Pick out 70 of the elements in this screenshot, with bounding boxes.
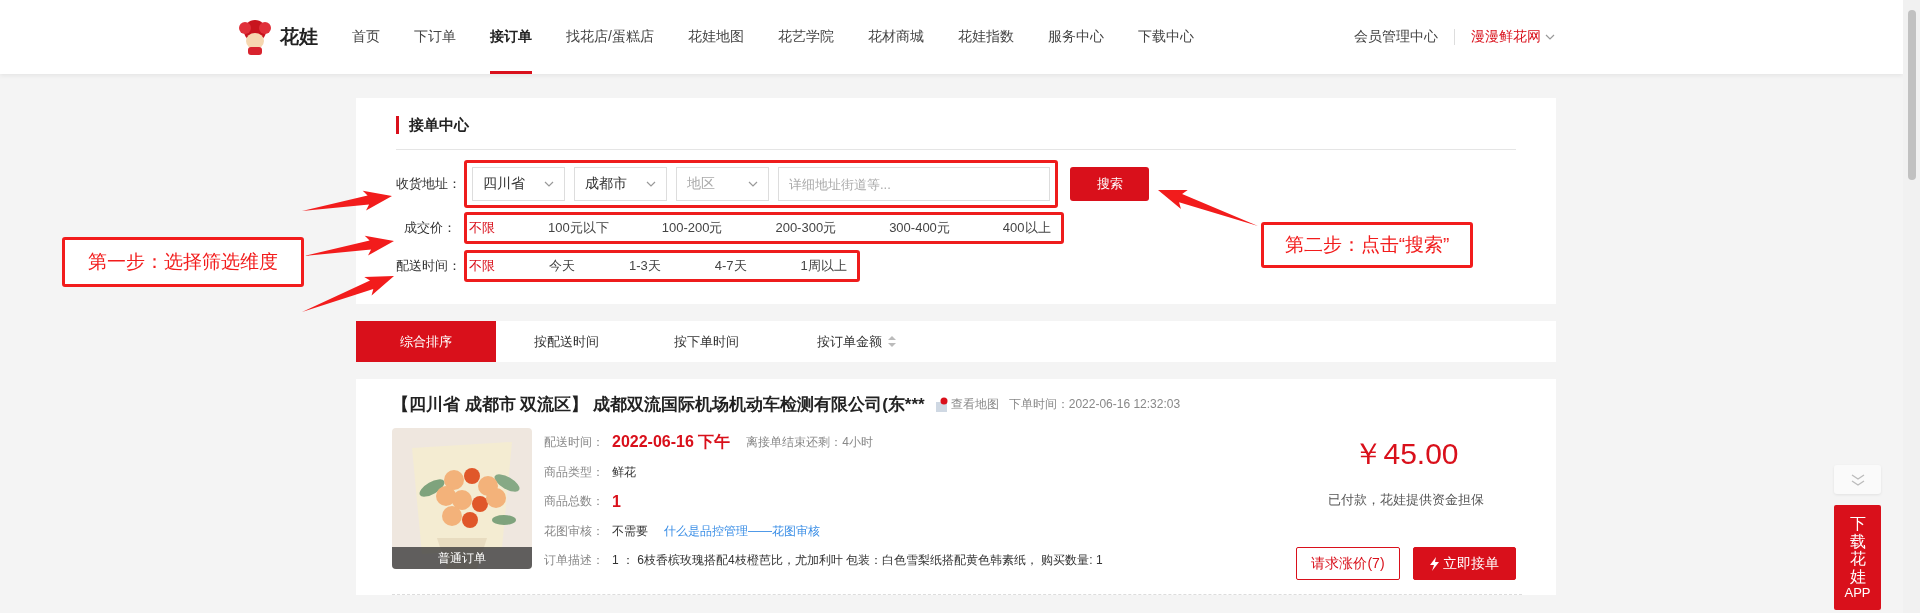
chevron-down-icon (646, 181, 656, 187)
sort-tab[interactable]: 按下单时间 (636, 321, 776, 362)
field-value: 1 (612, 492, 621, 511)
sort-tab[interactable]: 按配送时间 (496, 321, 636, 362)
map-pin-icon (934, 397, 949, 412)
sort-tab[interactable]: 按订单金额 (776, 321, 936, 362)
double-chevron-icon (1850, 473, 1865, 486)
field-value: 1 ： 6枝香槟玫瑰搭配4枝橙芭比，尤加利叶 包装：白色雪梨纸搭配黄色韩素纸， 购买数量: 1 (612, 552, 1103, 570)
order-title: 【四川省 成都市 双流区】 成都双流国际机场机动车检测有限公司(东*** (392, 394, 925, 416)
nav-link[interactable]: 花娃指数 (957, 0, 1014, 74)
sort-icon (887, 336, 896, 347)
help-link[interactable]: 什么是品控管理——花图审核 (664, 522, 820, 540)
logo-icon (236, 19, 274, 55)
order-price: ￥45.00 (1353, 436, 1459, 472)
field-label: 订单描述： (544, 552, 604, 570)
filter-option[interactable]: 100元以下 (548, 219, 609, 237)
nav-link[interactable]: 接订单 (490, 0, 532, 74)
filter-option[interactable]: 不限 (469, 257, 495, 275)
nav-link[interactable]: 服务中心 (1047, 0, 1104, 74)
field-label: 成交价： (403, 219, 456, 237)
nav-link[interactable]: 花娃地图 (687, 0, 744, 74)
image-caption: 普通订单 (392, 547, 532, 569)
address-input[interactable]: 详细地址街道等... (778, 167, 1050, 201)
brand-name: 花娃 (280, 25, 318, 49)
nav-link[interactable]: 下载中心 (1137, 0, 1194, 74)
filter-option[interactable]: 4-7天 (714, 257, 747, 275)
step-callout: 第二步：点击“搜索” (1261, 222, 1473, 268)
field-label: 商品总数： (544, 493, 604, 511)
order-time: 下单时间：2022-06-16 12:32:03 (1008, 396, 1181, 413)
field-value: 2022-06-16 下午 (612, 432, 731, 453)
chevron-down-icon (1545, 34, 1555, 40)
nav-link[interactable]: 花艺学院 (777, 0, 834, 74)
filter-option[interactable]: 不限 (469, 219, 495, 237)
raise-price-button[interactable]: 请求涨价(7) (1296, 547, 1400, 580)
scrollbar-thumb[interactable] (1907, 10, 1916, 180)
site-dropdown[interactable]: 漫漫鲜花网 (1471, 28, 1555, 46)
nav-link[interactable]: 找花店/蛋糕店 (566, 0, 654, 74)
field-label: 花图审核： (544, 522, 604, 540)
filter-option[interactable]: 1-3天 (629, 257, 661, 275)
step-callout: 第一步：选择筛选维度 (62, 237, 304, 287)
field-value: 鲜花 (612, 463, 636, 481)
map-link[interactable]: 查看地图 (934, 396, 999, 413)
dropdown-select[interactable]: 四川省 (472, 167, 565, 201)
field-label: 收货地址： (396, 175, 456, 193)
field-label: 配送时间： (396, 257, 456, 275)
field-value: 不需要 (612, 522, 648, 540)
field-label: 商品类型： (544, 463, 604, 481)
filter-option[interactable]: 100-200元 (661, 219, 723, 237)
header-link[interactable]: 会员管理中心 (1354, 28, 1438, 46)
filter-option[interactable]: 300-400元 (889, 219, 950, 237)
countdown-text: 离接单结束还剩：4小时 (746, 434, 873, 452)
sort-tab[interactable]: 综合排序 (356, 321, 496, 362)
nav-link[interactable]: 花材商城 (867, 0, 924, 74)
filter-option[interactable]: 今天 (549, 257, 575, 275)
nav-link[interactable]: 下订单 (414, 0, 456, 74)
field-label: 配送时间： (544, 434, 604, 452)
collapse-button[interactable] (1834, 465, 1881, 494)
search-button[interactable]: 搜索 (1070, 167, 1149, 201)
payment-note: 已付款，花娃提供资金担保 (1328, 491, 1484, 509)
filter-option[interactable]: 1周以上 (800, 257, 847, 275)
accept-order-button[interactable]: 立即接单 (1412, 547, 1516, 580)
lightning-icon (1429, 556, 1439, 571)
dropdown-select[interactable]: 成都市 (574, 167, 667, 201)
nav-link[interactable]: 首页 (352, 0, 380, 74)
chevron-down-icon (544, 181, 554, 187)
filter-option[interactable]: 200-300元 (775, 219, 837, 237)
download-app-button[interactable]: 下载花娃 APP (1834, 505, 1881, 611)
chevron-down-icon (748, 181, 758, 187)
filter-option[interactable]: 400以上 (1002, 219, 1051, 237)
panel-title: 接单中心 (396, 116, 1516, 134)
